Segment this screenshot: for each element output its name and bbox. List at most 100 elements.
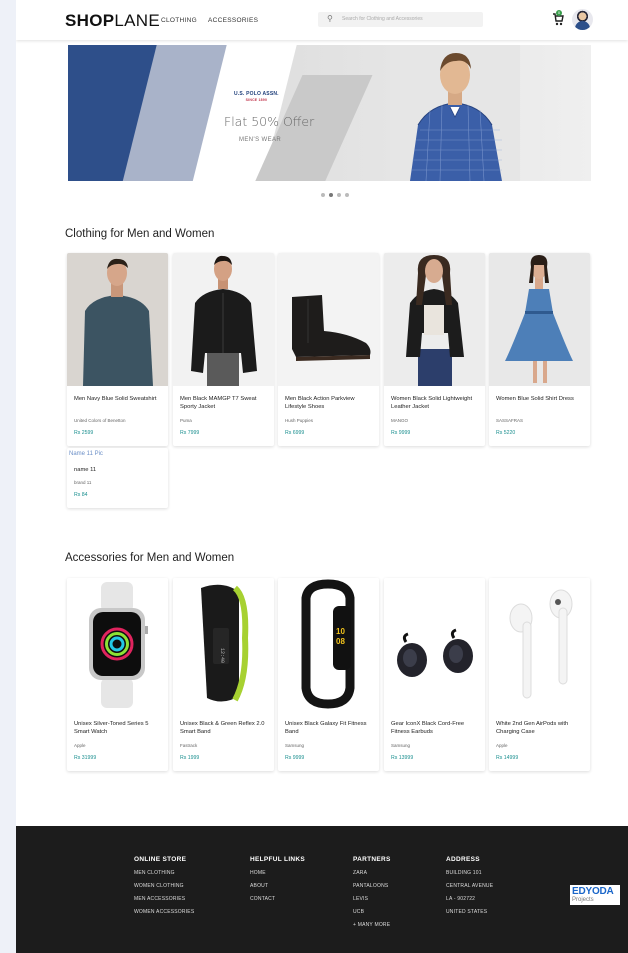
product-brand: United Colors of Benetton	[74, 418, 126, 423]
product-card[interactable]: Men Black Action Parkview Lifestyle Shoe…	[278, 253, 379, 446]
product-card[interactable]: 12:40 Unisex Black & Green Reflex 2.0 Sm…	[173, 578, 274, 771]
footer-column-partners: PARTNERS ZARA PANTALOONS LEVIS UCB + MAN…	[353, 856, 391, 935]
carousel-dot-2[interactable]	[329, 193, 333, 197]
product-price: Rs 31999	[74, 755, 97, 761]
search-bar[interactable]: ⚲ Search for Clothing and Accessories	[318, 12, 483, 27]
product-price: Rs 9999	[285, 755, 305, 761]
carousel-dot-1[interactable]	[321, 193, 325, 197]
hero-banner[interactable]: U.S. POLO ASSN. SINCE 1890 Flat 50% Offer…	[68, 45, 591, 181]
product-name: name 11	[74, 467, 97, 473]
product-brand: Samsung	[285, 743, 305, 748]
product-card[interactable]: Women Black Solid Lightweight Leather Ja…	[384, 253, 485, 446]
product-brand: MANGO	[391, 418, 409, 423]
search-placeholder: Search for Clothing and Accessories	[342, 16, 423, 22]
site-footer: ONLINE STORE MEN CLOTHING WOMEN CLOTHING…	[16, 826, 628, 953]
footer-link[interactable]: MEN CLOTHING	[134, 870, 194, 883]
footer-address-line: LA - 902722	[446, 896, 476, 902]
footer-link[interactable]: MEN ACCESSORIES	[134, 896, 194, 909]
footer-link[interactable]: ZARA	[353, 870, 391, 883]
product-brand: Apple	[74, 743, 86, 748]
product-image	[489, 253, 590, 386]
product-image	[173, 253, 274, 386]
user-avatar[interactable]	[572, 9, 593, 30]
footer-heading: HELPFUL LINKS	[250, 856, 306, 863]
product-card[interactable]: Name 11 Pic name 11 brand 11 Rs 84	[67, 448, 168, 508]
page: SHOPLANE CLOTHING ACCESSORIES ⚲ Search f…	[16, 0, 628, 953]
banner-offer-text: Flat 50% Offer	[224, 114, 315, 129]
product-image	[67, 578, 168, 711]
footer-link[interactable]: LEVIS	[353, 896, 391, 909]
product-brand: SASSAFRAS	[496, 418, 524, 423]
footer-link[interactable]: WOMEN CLOTHING	[134, 883, 194, 896]
footer-link[interactable]: WOMEN ACCESSORIES	[134, 909, 194, 922]
clothing-section-title: Clothing for Men and Women	[65, 228, 215, 240]
footer-address-line: CENTRAL AVENUE	[446, 883, 494, 889]
broken-image-alt: Name 11 Pic	[69, 451, 103, 457]
footer-link[interactable]: + MANY MORE	[353, 922, 391, 935]
banner-brand-logo: U.S. POLO ASSN. SINCE 1890	[234, 91, 279, 102]
carousel-dot-4[interactable]	[345, 193, 349, 197]
product-brand: Apple	[496, 743, 508, 748]
product-card[interactable]: Gear IconX Black Cord-Free Fitness Earbu…	[384, 578, 485, 771]
footer-address-line: BUILDING 101	[446, 870, 482, 876]
product-name: Gear IconX Black Cord-Free Fitness Earbu…	[391, 721, 465, 735]
product-image	[278, 253, 379, 386]
product-name: Women Blue Solid Shirt Dress	[496, 396, 574, 402]
footer-column-address: ADDRESS BUILDING 101 CENTRAL AVENUE LA -…	[446, 856, 493, 922]
product-brand: Fastrack	[180, 743, 198, 748]
product-name: Unisex Black Galaxy Fit Fitness Band	[285, 721, 367, 735]
svg-text:12:40: 12:40	[219, 648, 225, 663]
product-name: Unisex Silver-Toned Series 5 Smart Watch	[74, 721, 149, 735]
product-card[interactable]: Unisex Silver-Toned Series 5 Smart Watch…	[67, 578, 168, 771]
carousel-dot-3[interactable]	[337, 193, 341, 197]
product-name: Men Black MAMGP T7 Sweat Sporty Jacket	[180, 396, 257, 410]
product-image	[489, 578, 590, 711]
product-card[interactable]: White 2nd Gen AirPods with Charging Case…	[489, 578, 590, 771]
product-name: White 2nd Gen AirPods with Charging Case	[496, 721, 569, 735]
shoplane-logo[interactable]: SHOPLANE	[65, 11, 160, 31]
product-image	[67, 253, 168, 386]
product-image: 12:40	[173, 578, 274, 711]
footer-link[interactable]: ABOUT	[250, 883, 305, 896]
product-card[interactable]: 10 08 Unisex Black Galaxy Fit Fitness Ba…	[278, 578, 379, 771]
footer-link[interactable]: HOME	[250, 870, 305, 883]
nav-clothing-link[interactable]: CLOTHING	[161, 17, 197, 24]
product-price: Rs 7999	[180, 430, 200, 436]
product-price: Rs 2599	[74, 430, 94, 436]
product-image: 10 08	[278, 578, 379, 711]
banner-offer-subtitle: MEN'S WEAR	[239, 137, 282, 143]
cart-count-badge: 0	[556, 10, 562, 16]
edyoda-badge[interactable]: EDYODA Projects	[570, 885, 620, 905]
product-price: Rs 84	[74, 492, 88, 498]
product-name: Men Black Action Parkview Lifestyle Shoe…	[285, 396, 355, 410]
footer-heading: PARTNERS	[353, 856, 391, 863]
footer-heading: ADDRESS	[446, 856, 480, 863]
product-brand: Samsung	[391, 743, 411, 748]
product-name: Men Navy Blue Solid Sweatshirt	[74, 396, 157, 402]
accessories-section-title: Accessories for Men and Women	[65, 552, 235, 564]
product-image	[384, 253, 485, 386]
product-name: Unisex Black & Green Reflex 2.0 Smart Ba…	[180, 721, 265, 735]
product-price: Rs 6999	[285, 430, 305, 436]
footer-link[interactable]: CONTACT	[250, 896, 305, 909]
product-price: Rs 5220	[496, 430, 516, 436]
footer-address-line: UNITED STATES	[446, 909, 488, 915]
edyoda-logo: EDYODA	[572, 886, 614, 897]
product-card[interactable]: Men Black MAMGP T7 Sweat Sporty Jacket P…	[173, 253, 274, 446]
edyoda-projects-label: Projects	[572, 897, 594, 903]
footer-column-online-store: ONLINE STORE MEN CLOTHING WOMEN CLOTHING…	[134, 856, 194, 922]
product-price: Rs 1999	[180, 755, 200, 761]
nav-accessories-link[interactable]: ACCESSORIES	[208, 17, 258, 24]
top-navbar: SHOPLANE CLOTHING ACCESSORIES ⚲ Search f…	[16, 0, 628, 40]
product-price: Rs 9999	[391, 430, 411, 436]
product-image	[384, 578, 485, 711]
product-price: Rs 14999	[496, 755, 519, 761]
product-card[interactable]: Men Navy Blue Solid Sweatshirt United Co…	[67, 253, 168, 446]
footer-link[interactable]: PANTALOONS	[353, 883, 391, 896]
footer-link[interactable]: UCB	[353, 909, 391, 922]
svg-text:10: 10	[336, 627, 345, 636]
product-card[interactable]: Women Blue Solid Shirt Dress SASSAFRAS R…	[489, 253, 590, 446]
carousel-dots	[321, 184, 361, 197]
product-brand: Hush Puppies	[285, 418, 314, 423]
svg-text:08: 08	[336, 637, 345, 646]
